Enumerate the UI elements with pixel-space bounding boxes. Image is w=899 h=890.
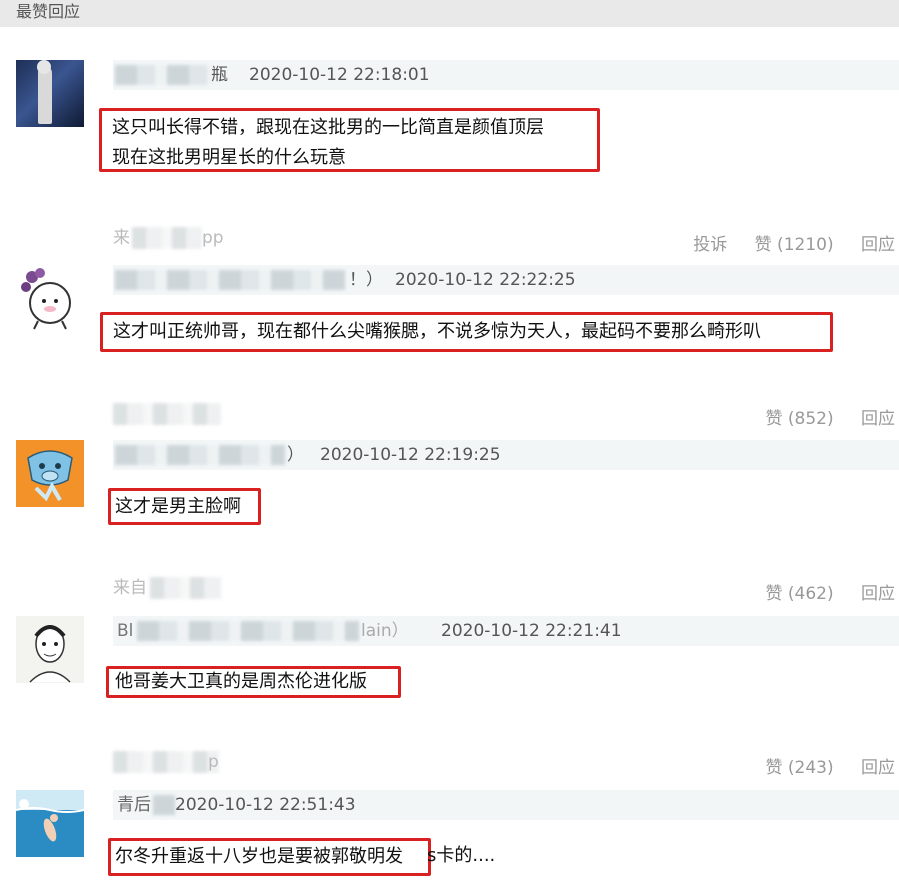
comment-line: 现在这批男明星长的什么玩意 (112, 147, 346, 168)
timestamp: 2020-10-12 22:51:43 (175, 795, 356, 815)
comment-actions: 赞 (852) 回应 (765, 404, 895, 429)
comment-line: 这才是男主脸啊 (115, 496, 241, 517)
redacted-source (132, 227, 202, 249)
reply-button[interactable]: 回应 (861, 584, 895, 604)
comment-actions: 赞 (462) 回应 (765, 579, 895, 604)
username-fragment[interactable]: ） (287, 445, 304, 465)
comment-meta: ！） 2020-10-12 22:22:25 (113, 265, 899, 295)
redacted-username (115, 270, 345, 290)
swimmer-photo-icon (16, 790, 84, 857)
redacted-source (150, 577, 222, 599)
redacted-username (115, 445, 285, 465)
avatar[interactable] (16, 616, 84, 683)
comment-text-highlighted: 这才叫正统帅哥，现在都什么尖嘴猴腮，不说多惊为天人，最起码不要那么畸形叭 (100, 312, 833, 352)
comment-meta: 瓶 2020-10-12 22:18:01 (113, 60, 899, 90)
like-button[interactable]: 赞 (852) (765, 409, 833, 429)
timestamp: 2020-10-12 22:21:41 (441, 621, 622, 641)
redacted-source (113, 751, 219, 773)
comment-actions: 赞 (243) 回应 (765, 753, 895, 778)
username-fragment[interactable]: Bl (117, 621, 133, 641)
avatar[interactable] (16, 790, 84, 857)
like-button[interactable]: 赞 (243) (765, 758, 833, 778)
comment-line: 这只叫长得不错，跟现在这批男的一比简直是颜值顶层 (112, 117, 544, 138)
cartoon-pig-icon (16, 440, 84, 507)
comment-text-highlighted: 他哥姜大卫真的是周杰伦进化版 (106, 666, 401, 698)
avatar[interactable] (16, 265, 84, 332)
username-fragment[interactable]: ！） (349, 270, 383, 290)
source-fragment: 来自 (113, 578, 147, 598)
comment-line: 他哥姜大卫真的是周杰伦进化版 (115, 671, 367, 692)
comment-text-highlighted: 这才是男主脸啊 (108, 488, 261, 525)
username-fragment[interactable]: 瓶 (211, 65, 228, 85)
timestamp: 2020-10-12 22:22:25 (395, 270, 576, 290)
redacted-source (113, 403, 221, 425)
avatar[interactable] (16, 440, 84, 507)
timestamp: 2020-10-12 22:19:25 (320, 445, 501, 465)
reply-button[interactable]: 回应 (861, 409, 895, 429)
redacted-username (115, 65, 215, 85)
comment-text-highlighted: 尔冬升重返十八岁也是要被郭敬明发 (108, 838, 431, 876)
section-title: 最赞回应 (16, 2, 81, 21)
comment-actions: 投诉 赞 (1210) 回应 (693, 230, 895, 255)
reply-button[interactable]: 回应 (861, 758, 895, 778)
report-button[interactable]: 投诉 (693, 235, 727, 255)
like-button[interactable]: 赞 (462) (765, 584, 833, 604)
like-button[interactable]: 赞 (1210) (755, 235, 834, 255)
avatar[interactable] (16, 60, 84, 127)
redacted-username (137, 621, 359, 641)
comment-text-continuation: s卡的.... (427, 845, 496, 866)
timestamp: 2020-10-12 22:18:01 (249, 65, 430, 85)
username-fragment[interactable]: 青后 (117, 795, 151, 815)
comment-meta: Bl lain） 2020-10-12 22:21:41 (113, 616, 899, 646)
cartoon-character-icon (21, 268, 71, 330)
source-fragment: p (208, 752, 219, 772)
comment-text-highlighted: 这只叫长得不错，跟现在这批男的一比简直是颜值顶层 现在这批男明星长的什么玩意 (99, 108, 600, 172)
comment-line: 尔冬升重返十八岁也是要被郭敬明发 (115, 846, 403, 867)
username-fragment[interactable]: lain） (361, 621, 409, 641)
reply-button[interactable]: 回应 (861, 235, 895, 255)
source-fragment: pp (202, 228, 224, 248)
comment-meta: 青后 2020-10-12 22:51:43 (113, 790, 899, 820)
redacted-username (153, 795, 175, 815)
comment-line: 这才叫正统帅哥，现在都什么尖嘴猴腮，不说多惊为天人，最起码不要那么畸形叭 (113, 321, 761, 342)
comment-meta: ） 2020-10-12 22:19:25 (113, 440, 899, 470)
sketch-portrait-icon (16, 616, 84, 683)
section-header: 最赞回应 (0, 0, 899, 27)
source-fragment: 来 (113, 228, 130, 248)
